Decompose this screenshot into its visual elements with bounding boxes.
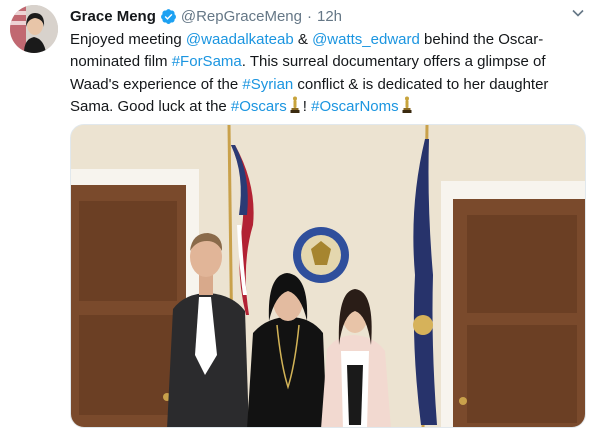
tweet-text-segment: ! bbox=[302, 98, 312, 116]
chevron-down-icon[interactable] bbox=[571, 6, 585, 20]
hashtag-link[interactable]: #Oscars bbox=[231, 98, 287, 115]
tweet-text: Enjoyed meeting @waadalkateab & @watts_e… bbox=[70, 29, 575, 119]
oscar-trophy-icon bbox=[402, 96, 412, 114]
avatar[interactable] bbox=[10, 5, 58, 53]
tweet-header: Grace Meng @RepGraceMeng · 12h bbox=[70, 6, 342, 26]
hashtag-link[interactable]: #ForSama bbox=[172, 53, 242, 70]
meta-separator: · bbox=[307, 7, 312, 25]
mention-link[interactable]: @watts_edward bbox=[312, 31, 420, 48]
hashtag-link[interactable]: #Syrian bbox=[242, 76, 293, 93]
verified-badge-icon bbox=[160, 8, 176, 24]
mention-link[interactable]: @waadalkateab bbox=[186, 31, 294, 48]
author-handle[interactable]: @RepGraceMeng bbox=[181, 8, 302, 25]
tweet-text-segment: & bbox=[293, 31, 313, 48]
tweet: Grace Meng @RepGraceMeng · 12h Enjoyed m… bbox=[0, 0, 597, 429]
tweet-timestamp[interactable]: 12h bbox=[317, 8, 342, 25]
author-name[interactable]: Grace Meng bbox=[70, 8, 156, 25]
hashtag-link[interactable]: #OscarNoms bbox=[311, 98, 399, 115]
tweet-photo[interactable] bbox=[70, 124, 586, 428]
oscar-trophy-icon bbox=[290, 96, 300, 114]
tweet-text-segment: Enjoyed meeting bbox=[70, 31, 186, 48]
